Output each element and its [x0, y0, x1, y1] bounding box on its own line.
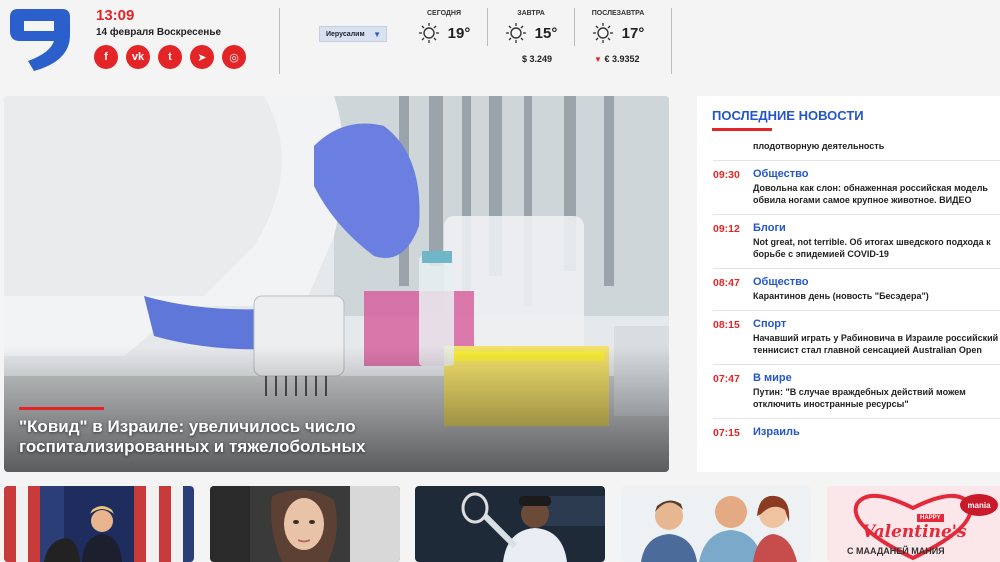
weather-label: СЕГОДНЯ	[426, 10, 462, 17]
news-category[interactable]: Блоги	[753, 222, 1000, 234]
thumbnail-model[interactable]	[210, 486, 400, 562]
divider	[574, 8, 575, 46]
thumbnail-image	[415, 486, 605, 562]
site-header: 13:09 14 февраля Воскресенье f vk t ➤ ◎ …	[0, 0, 1000, 90]
promo-valentine-text: Valentine's	[862, 522, 967, 542]
list-item[interactable]: 07:47 В мире Путин: "В случае враждебных…	[713, 365, 1000, 419]
weather-temp: 15°	[534, 24, 558, 42]
news-category[interactable]: Общество	[753, 168, 1000, 180]
article-thumbnails: HAPPY Valentine's С МААДАНЕЙ МАНИЯ mania	[0, 486, 1000, 562]
list-item[interactable]: плодотворную деятельность	[713, 132, 1000, 161]
news-time: 07:15	[713, 427, 740, 439]
divider	[487, 8, 488, 46]
news-text[interactable]: Not great, not terrible. Об итогах шведс…	[753, 236, 1000, 260]
weather-label: ПОСЛЕЗАВТРА	[591, 10, 645, 17]
list-item[interactable]: 08:47 Общество Карантинов день (новость …	[713, 269, 1000, 311]
hero-article[interactable]	[4, 96, 669, 472]
news-text[interactable]: Путин: "В случае враждебных действий мож…	[753, 386, 1000, 410]
news-time: 08:47	[713, 277, 740, 289]
news-time: 07:47	[713, 373, 740, 385]
weather-tomorrow: ЗАВТРА 15°	[491, 10, 571, 44]
news-text: плодотворную деятельность	[753, 141, 885, 151]
hero-title[interactable]: "Ковид" в Израиле: увеличилось число гос…	[19, 417, 439, 457]
eur-rate: € 3.9352	[604, 54, 640, 64]
news-text[interactable]: Карантинов день (новость "Бесэдера")	[753, 290, 1000, 302]
eur-rate-wrap: ▼ € 3.9352	[594, 54, 639, 64]
divider	[279, 8, 280, 74]
city-select[interactable]: Иерусалим ▼	[319, 26, 387, 42]
weather-temp: 19°	[447, 24, 471, 42]
chevron-down-icon: ▼	[373, 30, 381, 39]
hero-image	[4, 96, 669, 472]
news-text[interactable]: Начавший играть у Рабиновича в Израиле р…	[753, 332, 1000, 356]
thumbnail-image	[4, 486, 194, 562]
thumbnail-image	[210, 486, 400, 562]
hero-accent-bar	[19, 407, 104, 410]
sun-icon	[505, 23, 526, 43]
thumbnail-tennis[interactable]	[415, 486, 605, 562]
news-time: 09:30	[713, 169, 740, 181]
latest-news-panel: ПОСЛЕДНИЕ НОВОСТИ плодотворную деятельно…	[697, 96, 1000, 472]
thumbnail-politics[interactable]	[4, 486, 194, 562]
telegram-icon[interactable]: ➤	[190, 45, 214, 69]
news-category[interactable]: Израиль	[753, 426, 1000, 438]
news-time	[713, 140, 753, 152]
divider	[671, 8, 672, 74]
news-time: 09:12	[713, 223, 740, 235]
vk-icon[interactable]: vk	[126, 45, 150, 69]
facebook-icon[interactable]: f	[94, 45, 118, 69]
news-time: 08:15	[713, 319, 740, 331]
list-item[interactable]: 08:15 Спорт Начавший играть у Рабиновича…	[713, 311, 1000, 365]
thumbnail-image	[621, 486, 811, 562]
news-category[interactable]: В мире	[753, 372, 1000, 384]
list-item[interactable]: 09:30 Общество Довольна как слон: обнаже…	[713, 161, 1000, 215]
twitter-icon[interactable]: t	[158, 45, 182, 69]
usd-rate: $ 3.249	[522, 54, 553, 64]
instagram-icon[interactable]: ◎	[222, 45, 246, 69]
list-item[interactable]: 07:15 Израиль	[713, 419, 1000, 448]
channel-9-logo[interactable]	[4, 5, 74, 73]
news-category[interactable]: Общество	[753, 276, 1000, 288]
promo-valentine-banner[interactable]: HAPPY Valentine's С МААДАНЕЙ МАНИЯ mania	[827, 486, 1000, 562]
news-list: плодотворную деятельность 09:30 Общество…	[713, 132, 1000, 472]
title-underline	[712, 128, 772, 131]
list-item[interactable]: 09:12 Блоги Not great, not terrible. Об …	[713, 215, 1000, 269]
latest-news-title: ПОСЛЕДНИЕ НОВОСТИ	[712, 108, 864, 123]
weather-label: ЗАВТРА	[517, 10, 545, 17]
social-links: f vk t ➤ ◎	[94, 45, 246, 69]
trend-down-icon: ▼	[594, 55, 602, 64]
news-category[interactable]: Спорт	[753, 318, 1000, 330]
news-text[interactable]: Довольна как слон: обнаженная российская…	[753, 182, 1000, 206]
promo-happy-label: HAPPY	[917, 514, 944, 522]
sun-icon	[418, 23, 439, 43]
city-select-value: Иерусалим	[326, 30, 365, 38]
current-date: 14 февраля Воскресенье	[96, 27, 222, 38]
weather-temp: 17°	[621, 24, 645, 42]
current-time: 13:09	[96, 7, 135, 24]
thumbnail-family[interactable]	[621, 486, 811, 562]
weather-today: СЕГОДНЯ 19°	[404, 10, 484, 44]
sun-icon	[592, 23, 613, 43]
mania-logo: mania	[960, 494, 998, 516]
promo-caption: С МААДАНЕЙ МАНИЯ	[847, 546, 945, 556]
weather-day-after: ПОСЛЕЗАВТРА 17°	[578, 10, 658, 44]
